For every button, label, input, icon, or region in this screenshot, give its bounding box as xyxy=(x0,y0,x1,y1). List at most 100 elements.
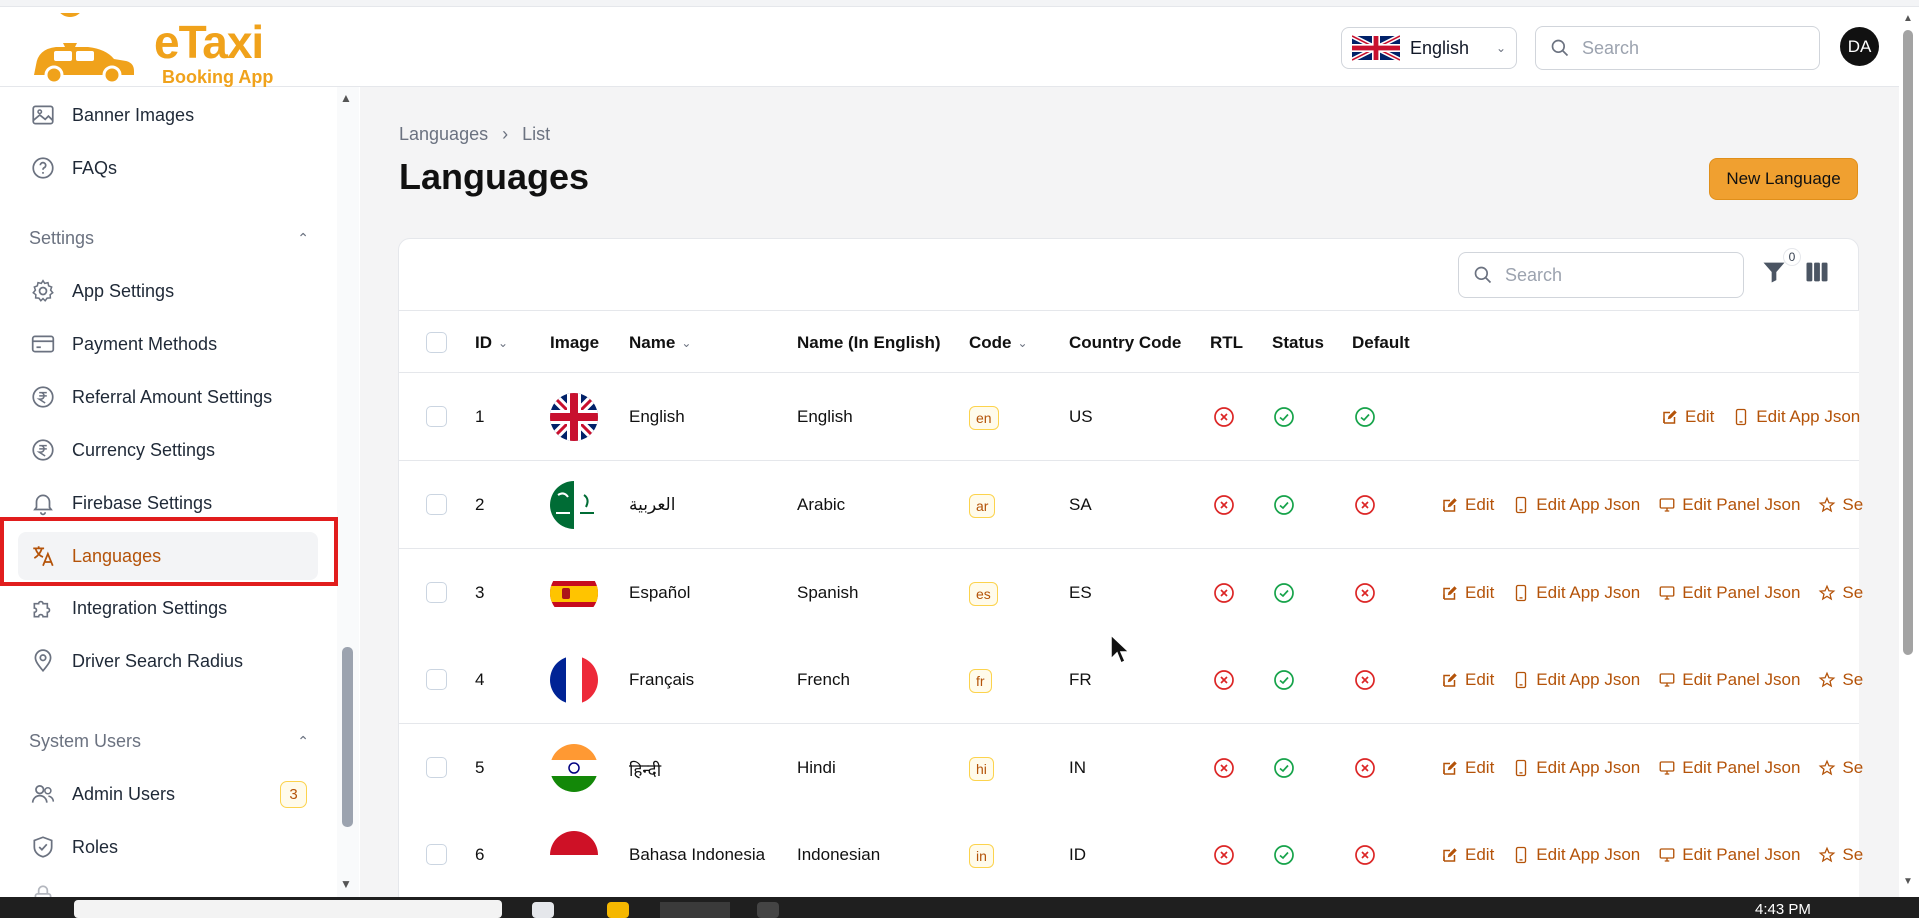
column-header-country-code: Country Code xyxy=(1069,333,1182,352)
uk-flag-icon xyxy=(1352,34,1400,62)
active-app-taskbar-icon[interactable] xyxy=(660,902,730,918)
edit-app-json-action[interactable]: Edit App Json xyxy=(1732,407,1860,427)
monitor-icon xyxy=(1659,586,1675,600)
scroll-down-arrow-icon[interactable]: ▼ xyxy=(1903,876,1913,887)
star-icon xyxy=(1819,496,1836,513)
flag-sa-icon xyxy=(550,481,598,529)
column-header-status: Status xyxy=(1272,333,1324,352)
breadcrumb-languages[interactable]: Languages xyxy=(399,124,488,145)
row-checkbox[interactable] xyxy=(426,494,447,515)
set-default-action[interactable]: Se xyxy=(1818,495,1863,515)
cell-country-code: IN xyxy=(1069,758,1086,777)
edit-panel-json-label: Edit Panel Json xyxy=(1682,845,1801,864)
columns-icon[interactable] xyxy=(1803,258,1831,286)
phone-icon xyxy=(1516,584,1527,602)
cell-name-english: Indonesian xyxy=(797,845,881,864)
edit-action[interactable]: Edit xyxy=(1441,583,1494,603)
shield-check-icon xyxy=(33,836,53,858)
table-row[interactable]: 6 Bahasa Indonesia Indonesian in ID Edit… xyxy=(399,811,1863,899)
sidebar-item-banner-images[interactable]: Banner Images xyxy=(18,91,318,139)
cell-country-code: FR xyxy=(1069,670,1092,689)
edit-app-json-action[interactable]: Edit App Json xyxy=(1512,583,1640,603)
sidebar-item-cutoff[interactable] xyxy=(18,872,318,897)
sidebar-item-label: Firebase Settings xyxy=(72,492,213,513)
page-title: Languages xyxy=(399,156,590,197)
row-checkbox[interactable] xyxy=(426,844,447,865)
edit-action[interactable]: Edit xyxy=(1441,495,1494,515)
cell-name: हिन्दी xyxy=(629,761,662,780)
language-select[interactable]: English ⌄ xyxy=(1341,27,1517,69)
edit-action[interactable]: Edit xyxy=(1441,670,1494,690)
select-all-checkbox[interactable] xyxy=(426,332,447,353)
column-header-id[interactable]: ID ⌄ xyxy=(475,333,508,353)
sidebar-item-faqs[interactable]: FAQs xyxy=(18,144,318,192)
sidebar-scroll-down-icon[interactable]: ▼ xyxy=(340,877,352,891)
page-scrollbar-thumb[interactable] xyxy=(1903,30,1913,655)
sidebar-item-app-settings[interactable]: App Settings xyxy=(18,267,318,315)
user-avatar[interactable]: DA xyxy=(1840,27,1879,66)
flag-uk-icon xyxy=(550,393,598,441)
set-default-action[interactable]: Se xyxy=(1818,670,1863,690)
global-search-input[interactable]: Search xyxy=(1535,26,1820,70)
sidebar-item-integration-settings[interactable]: Integration Settings xyxy=(18,584,318,632)
cell-name: Bahasa Indonesia xyxy=(629,845,766,864)
sidebar-scroll-up-icon[interactable]: ▲ xyxy=(340,91,352,105)
star-icon xyxy=(1819,584,1836,601)
admin-users-count-badge: 3 xyxy=(280,781,307,808)
edit-app-json-action[interactable]: Edit App Json xyxy=(1512,845,1640,865)
sidebar-item-admin-users[interactable]: Admin Users xyxy=(18,770,318,818)
table-search-input[interactable]: Search xyxy=(1458,252,1744,298)
edit-panel-json-action[interactable]: Edit Panel Json xyxy=(1658,845,1800,865)
column-header-code[interactable]: Code ⌄ xyxy=(969,333,1028,353)
monitor-icon xyxy=(1659,848,1675,862)
cell-name: Español xyxy=(629,583,691,602)
table-row[interactable]: 3 Español Spanish es ES Edit Edit App Js… xyxy=(399,549,1863,637)
column-header-default: Default xyxy=(1352,333,1410,352)
table-row[interactable]: 5 हिन्दी Hindi hi IN Edit Edit App Json … xyxy=(399,724,1863,812)
browser-taskbar-icon[interactable] xyxy=(532,902,554,918)
edit-action[interactable]: Edit xyxy=(1661,407,1714,427)
row-checkbox[interactable] xyxy=(426,669,447,690)
set-default-action[interactable]: Se xyxy=(1818,845,1863,865)
sidebar-item-referral-amount-settings[interactable]: Referral Amount Settings xyxy=(18,373,318,421)
edit-panel-json-action[interactable]: Edit Panel Json xyxy=(1658,670,1800,690)
edit-panel-json-action[interactable]: Edit Panel Json xyxy=(1658,758,1800,778)
table-row[interactable]: 1 English English en US Edit Edit App Js… xyxy=(399,373,1860,461)
sidebar-item-currency-settings[interactable]: Currency Settings xyxy=(18,426,318,474)
edit-icon xyxy=(1443,673,1457,687)
sidebar-item-payment-methods[interactable]: Payment Methods xyxy=(18,320,318,368)
edit-app-json-action[interactable]: Edit App Json xyxy=(1512,758,1640,778)
sidebar-scrollbar-thumb[interactable] xyxy=(342,647,353,827)
monitor-icon xyxy=(1659,761,1675,775)
edit-panel-json-action[interactable]: Edit Panel Json xyxy=(1658,583,1800,603)
set-default-action[interactable]: Se xyxy=(1818,758,1863,778)
cell-name: English xyxy=(629,407,685,426)
default-x-icon xyxy=(1355,758,1375,778)
edit-action[interactable]: Edit xyxy=(1441,758,1494,778)
sidebar-group-system-users[interactable]: System Users ⌃ xyxy=(29,731,309,752)
app-logo[interactable]: eTaxi Booking App xyxy=(30,0,280,87)
sidebar-item-label: Admin Users xyxy=(72,783,176,804)
set-default-label: Se xyxy=(1842,758,1864,777)
sidebar-item-roles[interactable]: Roles xyxy=(18,823,318,871)
taskbar-search[interactable] xyxy=(74,900,502,918)
sidebar-item-driver-search-radius[interactable]: Driver Search Radius xyxy=(18,637,318,685)
scroll-up-arrow-icon[interactable]: ▲ xyxy=(1903,13,1913,24)
edit-action-label: Edit xyxy=(1465,583,1495,602)
folder-taskbar-icon[interactable] xyxy=(607,902,629,918)
column-header-name[interactable]: Name ⌄ xyxy=(629,333,691,353)
sidebar-group-settings[interactable]: Settings ⌃ xyxy=(29,228,309,249)
set-default-action[interactable]: Se xyxy=(1818,583,1863,603)
row-checkbox[interactable] xyxy=(426,406,447,427)
edit-app-json-action[interactable]: Edit App Json xyxy=(1512,670,1640,690)
edit-action[interactable]: Edit xyxy=(1441,845,1494,865)
new-language-button[interactable]: New Language xyxy=(1709,158,1858,200)
status-check-icon xyxy=(1274,495,1294,515)
app-taskbar-icon[interactable] xyxy=(757,902,779,918)
edit-panel-json-action[interactable]: Edit Panel Json xyxy=(1658,495,1800,515)
table-row[interactable]: 2 العربية Arabic ar SA Edit Edit App Jso… xyxy=(399,461,1863,549)
edit-app-json-action[interactable]: Edit App Json xyxy=(1512,495,1640,515)
row-checkbox[interactable] xyxy=(426,757,447,778)
monitor-icon xyxy=(1659,498,1675,512)
row-checkbox[interactable] xyxy=(426,582,447,603)
